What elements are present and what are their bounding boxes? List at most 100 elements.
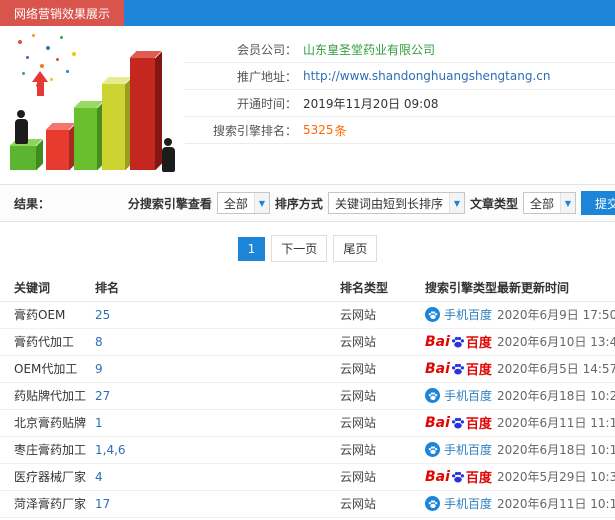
pagination: 1 下一页 尾页 — [0, 222, 615, 275]
businessman-left — [13, 110, 29, 144]
updated-cell: 2020年6月18日 10:25 — [497, 382, 615, 410]
updated-cell: 2020年6月11日 10:17 — [497, 490, 615, 518]
baidu-logo: Bai 百度 — [425, 468, 492, 487]
table-row: 北京膏药贴牌 1 云网站 Bai 百度 2020年6月11日 11:18 — [0, 409, 615, 437]
mobile-baidu-logo: 手机百度 — [425, 441, 492, 458]
info-row-member: 会员公司： 山东皇圣堂药业有限公司 — [185, 36, 615, 63]
header-updated: 最新更新时间 — [497, 275, 615, 302]
top-bar: 网络营销效果展示 — [0, 0, 615, 26]
mobile-baidu-logo: 手机百度 — [425, 306, 492, 323]
updated-cell: 2020年6月5日 14:57 — [497, 355, 615, 383]
result-label: 结果： — [14, 196, 51, 211]
paw-icon — [451, 335, 465, 349]
updated-cell: 2020年6月9日 17:50 — [497, 301, 615, 329]
bar-red — [46, 130, 69, 170]
member-company-link[interactable]: 山东皇圣堂药业有限公司 — [303, 41, 435, 58]
paw-icon — [451, 416, 465, 430]
engine-rank-count: 5325 — [303, 123, 334, 137]
rank-type-cell: 云网站 — [340, 409, 425, 437]
header-keyword: 关键词 — [0, 275, 95, 302]
rank-link[interactable]: 1,4,6 — [95, 443, 126, 457]
rank-type-cell: 云网站 — [340, 382, 425, 410]
engine-label: 手机百度 — [444, 389, 493, 403]
bar-green — [74, 108, 97, 170]
rank-type-cell: 云网站 — [340, 490, 425, 518]
rank-link[interactable]: 1 — [95, 416, 103, 430]
baidu-logo: Bai 百度 — [425, 414, 492, 433]
baidu-logo: Bai 百度 — [425, 333, 492, 352]
engine-label: 手机百度 — [444, 497, 493, 511]
article-type-value: 全部 — [529, 196, 554, 211]
rank-link[interactable]: 9 — [95, 362, 103, 376]
keyword-cell: 北京膏药贴牌 — [0, 409, 95, 437]
keyword-cell: 枣庄膏药加工 — [0, 436, 95, 464]
chevron-down-icon: ▼ — [253, 193, 269, 213]
sort-filter-select[interactable]: 关键词由短到长排序 ▼ — [327, 192, 465, 214]
engine-filter-value: 全部 — [223, 196, 248, 211]
updated-cell: 2020年6月18日 10:19 — [497, 436, 615, 464]
engine-label: 手机百度 — [444, 308, 493, 322]
businessman-right — [160, 138, 176, 172]
up-arrow-icon — [32, 71, 48, 96]
mobile-baidu-logo: 手机百度 — [425, 387, 492, 404]
table-row: 药贴牌代加工 27 云网站 手机百度 2020年6月18日 10:25 — [0, 382, 615, 410]
info-row-url: 推广地址： http://www.shandonghuangshengtang.… — [185, 63, 615, 90]
table-row: 菏泽膏药厂家 17 云网站 手机百度 2020年6月11日 10:17 — [0, 490, 615, 518]
mobile-baidu-logo: 手机百度 — [425, 495, 492, 512]
engine-rank-unit: 条 — [334, 123, 347, 138]
updated-cell: 2020年6月11日 11:18 — [497, 409, 615, 437]
page-title: 网络营销效果展示 — [0, 0, 125, 26]
pagination-next-button[interactable]: 下一页 — [271, 235, 328, 262]
chevron-down-icon: ▼ — [448, 193, 464, 213]
rank-link[interactable]: 27 — [95, 389, 110, 403]
results-table: 关键词 排名 排名类型 搜索引擎类型 最新更新时间 膏药OEM 25 云网站 手… — [0, 275, 615, 518]
bar-maroon — [130, 58, 155, 170]
filter-controls: 分搜索引擎查看 全部 ▼ 排序方式 关键词由短到长排序 ▼ 文章类型 全部 ▼ … — [128, 191, 615, 215]
paw-icon — [451, 362, 465, 376]
pagination-current-page[interactable]: 1 — [237, 236, 266, 261]
engine-filter-label: 分搜索引擎查看 — [127, 196, 212, 211]
header-rank-type: 排名类型 — [340, 275, 425, 302]
table-row: 枣庄膏药加工 1,4,6 云网站 手机百度 2020年6月18日 10:19 — [0, 436, 615, 464]
table-row: OEM代加工 9 云网站 Bai 百度 2020年6月5日 14:57 — [0, 355, 615, 383]
rank-link[interactable]: 8 — [95, 335, 103, 349]
bar-chart-illustration — [0, 26, 185, 184]
keyword-cell: 膏药OEM — [0, 301, 95, 329]
rank-type-cell: 云网站 — [340, 328, 425, 356]
engine-label: 手机百度 — [444, 443, 493, 457]
info-section: 会员公司： 山东皇圣堂药业有限公司 推广地址： http://www.shand… — [0, 26, 615, 184]
table-row: 膏药代加工 8 云网站 Bai 百度 2020年6月10日 13:40 — [0, 328, 615, 356]
updated-cell: 2020年6月10日 13:40 — [497, 328, 615, 356]
rank-link[interactable]: 17 — [95, 497, 110, 511]
submit-button[interactable]: 提交 — [580, 191, 615, 215]
rank-type-cell: 云网站 — [340, 355, 425, 383]
rank-type-cell: 云网站 — [340, 463, 425, 491]
table-row: 医疗器械厂家 4 云网站 Bai 百度 2020年5月29日 10:32 — [0, 463, 615, 491]
open-time-label: 开通时间： — [236, 96, 297, 111]
engine-rank-label: 搜索引擎排名： — [212, 123, 297, 138]
rank-link[interactable]: 25 — [95, 308, 110, 322]
baidu-logo: Bai 百度 — [425, 360, 492, 379]
promotion-url-link[interactable]: http://www.shandonghuangshengtang.cn — [303, 69, 550, 83]
rank-link[interactable]: 4 — [95, 470, 103, 484]
keyword-cell: 菏泽膏药厂家 — [0, 490, 95, 518]
bar-yellow — [102, 84, 125, 170]
paw-icon — [425, 496, 440, 511]
table-header-row: 关键词 排名 排名类型 搜索引擎类型 最新更新时间 — [0, 275, 615, 302]
page: 网络营销效果展示 会员公司： 山东皇圣堂药业有限公司 推广地址： http://… — [0, 0, 615, 520]
sort-filter-value: 关键词由短到长排序 — [334, 196, 443, 211]
header-rank: 排名 — [95, 275, 340, 302]
engine-filter-select[interactable]: 全部 ▼ — [216, 192, 270, 214]
updated-cell: 2020年5月29日 10:32 — [497, 463, 615, 491]
keyword-cell: 膏药代加工 — [0, 328, 95, 356]
article-type-select[interactable]: 全部 ▼ — [522, 192, 576, 214]
keyword-cell: 药贴牌代加工 — [0, 382, 95, 410]
bar-pedestal — [10, 146, 36, 170]
rank-type-cell: 云网站 — [340, 436, 425, 464]
paw-icon — [451, 470, 465, 484]
keyword-cell: 医疗器械厂家 — [0, 463, 95, 491]
pagination-last-button[interactable]: 尾页 — [333, 235, 378, 262]
sort-filter-label: 排序方式 — [274, 196, 323, 211]
paw-icon — [425, 442, 440, 457]
info-rows: 会员公司： 山东皇圣堂药业有限公司 推广地址： http://www.shand… — [185, 26, 615, 184]
